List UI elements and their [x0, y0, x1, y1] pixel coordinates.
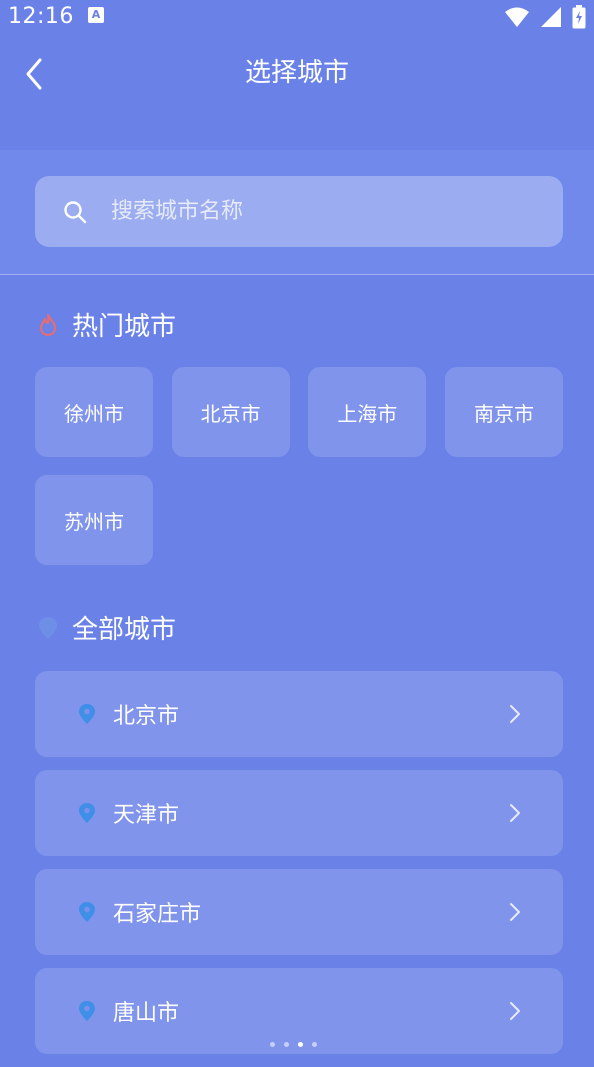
hot-cities-header: 热门城市 [38, 306, 176, 343]
status-icons [504, 5, 586, 29]
page-dot [270, 1042, 275, 1047]
hot-city-button[interactable]: 上海市 [308, 367, 427, 457]
location-pin-icon [79, 1001, 95, 1021]
location-pin-icon [79, 803, 95, 823]
page-title: 选择城市 [244, 58, 349, 88]
chevron-right-icon [510, 705, 520, 723]
nav-bar: 选择城市 [0, 34, 594, 114]
all-cities-list: 北京市 天津市 石家庄市 唐山市 [35, 671, 563, 1067]
signal-icon [541, 7, 561, 27]
hot-city-button[interactable]: 北京市 [171, 367, 290, 457]
chevron-right-icon [510, 1002, 520, 1020]
notification-app-icon: A [88, 7, 104, 23]
hot-cities-grid: 徐州市 北京市 上海市 南京市 苏州市 [35, 367, 563, 565]
city-list-item[interactable]: 天津市 [35, 770, 563, 856]
search-icon [64, 200, 87, 223]
city-name: 天津市 [113, 803, 180, 828]
all-cities-title: 全部城市 [72, 615, 177, 645]
chevron-right-icon [510, 903, 520, 921]
city-name: 石家庄市 [113, 902, 202, 927]
search-section [0, 150, 594, 275]
status-time: 12:16 [8, 4, 74, 29]
hot-cities-title: 热门城市 [72, 312, 177, 342]
city-name: 北京市 [113, 704, 180, 729]
all-cities-header: 全部城市 [38, 609, 176, 646]
search-box[interactable] [35, 176, 563, 247]
city-name: 唐山市 [113, 1001, 180, 1026]
location-pin-icon [79, 704, 95, 724]
battery-icon [572, 5, 586, 29]
page-dot [284, 1042, 289, 1047]
hot-city-button[interactable]: 徐州市 [35, 367, 153, 457]
city-list-item[interactable]: 北京市 [35, 671, 563, 757]
page-indicator [270, 1042, 317, 1047]
city-list-item[interactable]: 石家庄市 [35, 869, 563, 955]
wifi-icon [505, 7, 529, 27]
chevron-right-icon [510, 804, 520, 822]
location-pin-icon [79, 902, 95, 922]
page-dot [312, 1042, 317, 1047]
fire-icon [40, 313, 56, 336]
status-bar: 12:16 A [0, 0, 594, 34]
location-pin-icon [39, 616, 57, 639]
search-input[interactable] [109, 198, 563, 225]
hot-city-button[interactable]: 苏州市 [35, 475, 153, 565]
hot-city-button[interactable]: 南京市 [444, 367, 563, 457]
page-dot-active [298, 1042, 303, 1047]
